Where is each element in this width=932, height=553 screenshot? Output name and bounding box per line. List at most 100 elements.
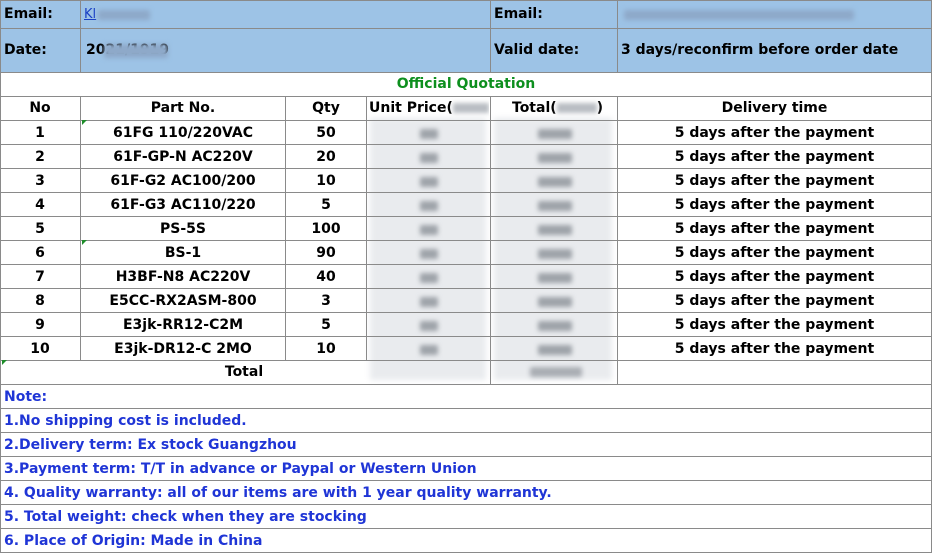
line bbox=[0, 240, 932, 241]
row-part-number: PS-5S bbox=[160, 221, 206, 237]
row-qty: 3 bbox=[321, 293, 331, 309]
line bbox=[490, 0, 491, 72]
row-part-number: H3BF-N8 AC220V bbox=[115, 269, 251, 285]
row-qty: 100 bbox=[311, 221, 341, 237]
row-delivery-time: 5 days after the payment bbox=[674, 125, 875, 141]
line bbox=[617, 0, 618, 72]
line bbox=[80, 0, 81, 72]
row-qty: 40 bbox=[316, 269, 336, 285]
cell-marker bbox=[82, 120, 87, 125]
row-no: 6 bbox=[35, 245, 45, 261]
row-part-number: 61FG 110/220VAC bbox=[113, 125, 253, 141]
redacted-unit-price bbox=[420, 321, 438, 331]
note-item: 3.Payment term: T/T in advance or Paypal… bbox=[4, 461, 477, 477]
note-item: 2.Delivery term: Ex stock Guangzhou bbox=[4, 437, 297, 453]
line bbox=[0, 144, 932, 145]
line bbox=[617, 96, 618, 384]
line bbox=[285, 96, 286, 360]
redacted-total bbox=[538, 249, 572, 259]
col-header-unit-price: Unit Price( bbox=[369, 97, 489, 119]
redacted-total bbox=[538, 321, 572, 331]
row-delivery-time: 5 days after the payment bbox=[674, 173, 875, 189]
note-item: 5. Total weight: check when they are sto… bbox=[4, 509, 367, 525]
row-qty: 50 bbox=[316, 125, 336, 141]
redacted-unit-price bbox=[420, 249, 438, 259]
row-no: 7 bbox=[35, 269, 45, 285]
row-delivery-time: 5 days after the payment bbox=[674, 293, 875, 309]
valid-date-label: Valid date: bbox=[494, 42, 580, 58]
email-link[interactable]: Kl bbox=[84, 7, 96, 22]
line bbox=[0, 0, 932, 1]
row-part-number: E3jk-DR12-C 2MO bbox=[114, 341, 252, 357]
total-label: Total bbox=[224, 364, 264, 380]
redacted-total bbox=[538, 129, 572, 139]
redacted-grand-total bbox=[530, 367, 582, 377]
col-header-unit-price-label: Unit Price( bbox=[369, 100, 453, 116]
line bbox=[0, 0, 1, 552]
row-qty: 5 bbox=[321, 197, 331, 213]
redacted-email bbox=[98, 10, 150, 20]
redacted-total bbox=[538, 225, 572, 235]
row-no: 4 bbox=[35, 197, 45, 213]
line bbox=[0, 96, 932, 97]
row-no: 10 bbox=[30, 341, 50, 357]
redacted-unit-price bbox=[420, 201, 438, 211]
redacted-total bbox=[538, 345, 572, 355]
line bbox=[0, 192, 932, 193]
redacted-unit-price bbox=[420, 225, 438, 235]
redacted-unit-price bbox=[420, 297, 438, 307]
row-part-number: 61F-G2 AC100/200 bbox=[110, 173, 256, 189]
row-qty: 20 bbox=[316, 149, 336, 165]
row-delivery-time: 5 days after the payment bbox=[674, 341, 875, 357]
email-value-1[interactable]: Kl bbox=[84, 2, 488, 26]
redacted-total bbox=[538, 201, 572, 211]
redacted-currency-2 bbox=[556, 103, 597, 113]
redacted-unit-price bbox=[420, 153, 438, 163]
line bbox=[0, 312, 932, 313]
note-heading: Note: bbox=[4, 389, 48, 405]
line bbox=[80, 96, 81, 360]
email-label-1: Email: bbox=[4, 6, 53, 22]
date-label: Date: bbox=[4, 42, 47, 58]
redacted-date bbox=[104, 44, 168, 58]
redacted-total bbox=[538, 273, 572, 283]
quotation-title: Official Quotation bbox=[396, 76, 536, 92]
col-header-total: Total( ) bbox=[512, 97, 612, 119]
row-delivery-time: 5 days after the payment bbox=[674, 269, 875, 285]
line bbox=[0, 72, 932, 73]
col-header-delivery: Delivery time bbox=[721, 100, 828, 116]
redacted-unit-price bbox=[420, 273, 438, 283]
line bbox=[366, 96, 367, 360]
line bbox=[0, 168, 932, 169]
line bbox=[0, 264, 932, 265]
note-item: 4. Quality warranty: all of our items ar… bbox=[4, 485, 552, 501]
row-qty: 10 bbox=[316, 173, 336, 189]
row-part-number: BS-1 bbox=[164, 245, 202, 261]
note-item: 6. Place of Origin: Made in China bbox=[4, 533, 263, 549]
redacted-total bbox=[538, 153, 572, 163]
redacted-currency bbox=[452, 103, 489, 113]
cell-marker bbox=[82, 240, 87, 245]
row-qty: 90 bbox=[316, 245, 336, 261]
valid-date-value: 3 days/reconfirm before order date bbox=[621, 42, 899, 58]
row-qty: 10 bbox=[316, 341, 336, 357]
row-delivery-time: 5 days after the payment bbox=[674, 221, 875, 237]
redacted-unit-price bbox=[420, 129, 438, 139]
row-delivery-time: 5 days after the payment bbox=[674, 197, 875, 213]
redacted-total bbox=[538, 297, 572, 307]
line bbox=[0, 336, 932, 337]
col-header-total-label: Total( bbox=[512, 100, 557, 116]
line bbox=[0, 288, 932, 289]
row-no: 9 bbox=[35, 317, 45, 333]
row-qty: 5 bbox=[321, 317, 331, 333]
cell-marker bbox=[2, 360, 7, 365]
line bbox=[0, 216, 932, 217]
col-header-qty: Qty bbox=[312, 100, 340, 116]
row-no: 3 bbox=[35, 173, 45, 189]
line bbox=[490, 360, 491, 384]
row-no: 1 bbox=[35, 125, 45, 141]
row-delivery-time: 5 days after the payment bbox=[674, 317, 875, 333]
line bbox=[0, 120, 932, 121]
row-part-number: 61F-GP-N AC220V bbox=[113, 149, 253, 165]
row-no: 5 bbox=[35, 221, 45, 237]
